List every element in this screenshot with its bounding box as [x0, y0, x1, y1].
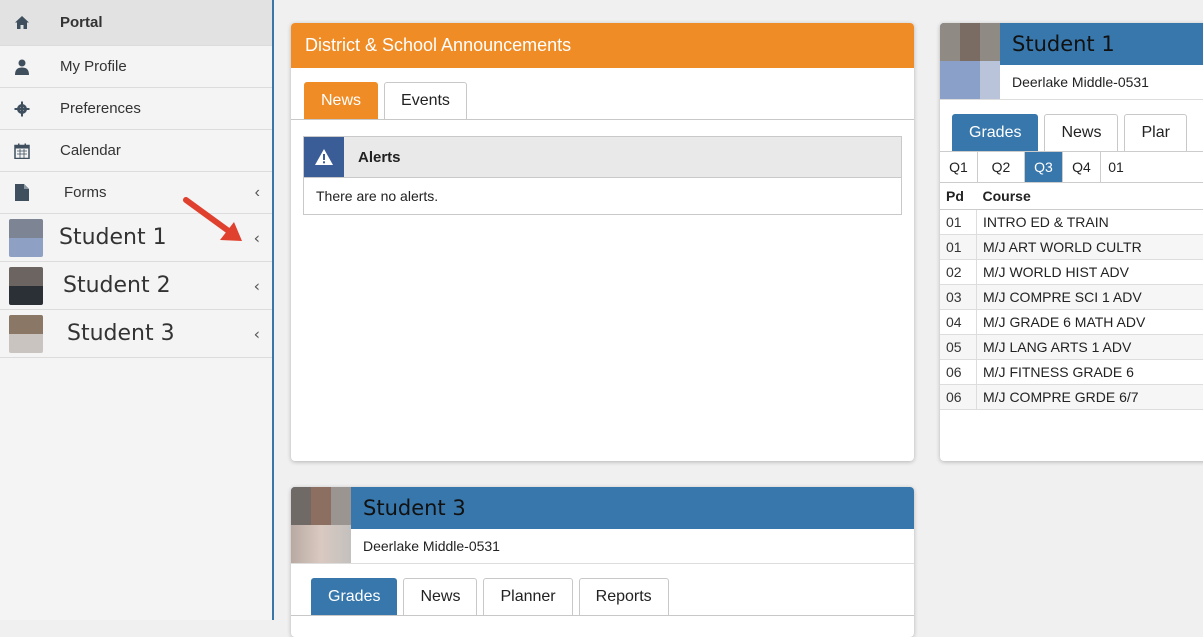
sidebar-item-label: Student 3	[67, 321, 175, 346]
period-cell: 05	[940, 335, 977, 360]
sidebar-item-label: Portal	[60, 14, 103, 31]
course-cell: M/J ART WORLD CULTR	[977, 235, 1203, 260]
tab-news[interactable]: News	[304, 82, 378, 119]
tab-reports[interactable]: Reports	[579, 578, 669, 615]
student-3-card: Student 3 Deerlake Middle-0531 Grades Ne…	[291, 487, 914, 637]
period-cell: 01	[940, 210, 977, 235]
pointer-arrow-icon	[182, 196, 246, 246]
course-cell: M/J COMPRE GRDE 6/7	[977, 385, 1203, 410]
quarter-selector: Q1 Q2 Q3 Q4 01	[940, 151, 1203, 183]
announcements-card: District & School Announcements News Eve…	[291, 23, 914, 461]
chevron-left-icon[interactable]: ‹	[254, 228, 260, 247]
gear-icon	[14, 101, 30, 117]
table-row[interactable]: 01M/J ART WORLD CULTR	[940, 235, 1203, 260]
tab-grades[interactable]: Grades	[952, 114, 1038, 151]
alerts-title: Alerts	[358, 149, 401, 166]
period-cell: 06	[940, 385, 977, 410]
sidebar-item-calendar[interactable]: Calendar	[0, 130, 272, 172]
avatar	[9, 267, 43, 305]
sidebar-item-student-3[interactable]: Student 3 ‹	[0, 310, 272, 358]
column-header: Pd	[940, 183, 977, 210]
avatar	[9, 315, 43, 353]
quarter-q4[interactable]: Q4	[1063, 152, 1101, 182]
table-row[interactable]: 02M/J WORLD HIST ADV	[940, 260, 1203, 285]
quarter-q1[interactable]: Q1	[940, 152, 978, 182]
student-school: Deerlake Middle-0531	[291, 529, 914, 564]
sidebar-item-label: Preferences	[60, 100, 141, 117]
student-name: Student 3	[363, 496, 466, 520]
student-1-card: Student 1 Deerlake Middle-0531 Grades Ne…	[940, 23, 1203, 461]
alerts-message: There are no alerts.	[304, 178, 901, 214]
sidebar-item-preferences[interactable]: Preferences	[0, 88, 272, 130]
sidebar-item-label: Calendar	[60, 142, 121, 159]
course-cell: M/J COMPRE SCI 1 ADV	[977, 285, 1203, 310]
tab-events[interactable]: Events	[384, 82, 467, 119]
course-cell: M/J WORLD HIST ADV	[977, 260, 1203, 285]
tab-news[interactable]: News	[1044, 114, 1118, 151]
chevron-left-icon[interactable]: ‹	[254, 324, 260, 343]
sidebar-item-label: Forms	[64, 184, 107, 201]
column-header: Course	[977, 183, 1203, 210]
sidebar-item-label: My Profile	[60, 58, 127, 75]
student-photo	[940, 23, 1000, 99]
course-cell: INTRO ED & TRAIN	[977, 210, 1203, 235]
period-cell: 06	[940, 360, 977, 385]
student-name: Student 1	[1012, 32, 1115, 56]
table-row[interactable]: 01INTRO ED & TRAIN	[940, 210, 1203, 235]
course-cell: M/J LANG ARTS 1 ADV	[977, 335, 1203, 360]
sidebar-item-student-2[interactable]: Student 2 ‹	[0, 262, 272, 310]
student-photo	[291, 487, 351, 563]
alerts-panel: Alerts There are no alerts.	[303, 136, 902, 215]
student-1-tabs: Grades News Plar	[940, 100, 1203, 151]
tab-planner[interactable]: Plar	[1124, 114, 1186, 151]
table-row[interactable]: 06M/J COMPRE GRDE 6/7	[940, 385, 1203, 410]
course-cell: M/J GRADE 6 MATH ADV	[977, 310, 1203, 335]
announcements-tabs: News Events	[291, 68, 914, 120]
warning-icon	[304, 137, 344, 177]
sidebar-item-portal[interactable]: Portal	[0, 0, 272, 46]
period-cell: 02	[940, 260, 977, 285]
period-cell: 01	[940, 235, 977, 260]
chevron-left-icon[interactable]: ‹	[254, 276, 260, 295]
grades-table: Pd Course 01INTRO ED & TRAIN 01M/J ART W…	[940, 183, 1203, 410]
chevron-left-icon: ‹	[255, 184, 260, 202]
user-icon	[14, 59, 30, 75]
tab-news[interactable]: News	[403, 578, 477, 615]
sidebar-item-label: Student 1	[59, 225, 167, 250]
sidebar: Portal My Profile Preferences Calendar F…	[0, 0, 274, 620]
calendar-icon	[14, 143, 30, 159]
quarter-q3[interactable]: Q3	[1025, 152, 1063, 182]
home-icon	[14, 15, 30, 31]
avatar	[9, 219, 43, 257]
student-3-tabs: Grades News Planner Reports	[291, 564, 914, 616]
table-row[interactable]: 04M/J GRADE 6 MATH ADV	[940, 310, 1203, 335]
period-cell: 04	[940, 310, 977, 335]
table-row[interactable]: 03M/J COMPRE SCI 1 ADV	[940, 285, 1203, 310]
period-cell: 03	[940, 285, 977, 310]
file-icon	[14, 185, 30, 201]
table-row[interactable]: 06M/J FITNESS GRADE 6	[940, 360, 1203, 385]
course-cell: M/J FITNESS GRADE 6	[977, 360, 1203, 385]
tab-grades[interactable]: Grades	[311, 578, 397, 615]
sidebar-item-my-profile[interactable]: My Profile	[0, 46, 272, 88]
announcements-title: District & School Announcements	[291, 23, 914, 68]
tab-planner[interactable]: Planner	[483, 578, 572, 615]
quarter-q2[interactable]: Q2	[978, 152, 1025, 182]
quarter-01[interactable]: 01	[1101, 152, 1131, 182]
table-row[interactable]: 05M/J LANG ARTS 1 ADV	[940, 335, 1203, 360]
sidebar-item-label: Student 2	[63, 273, 171, 298]
